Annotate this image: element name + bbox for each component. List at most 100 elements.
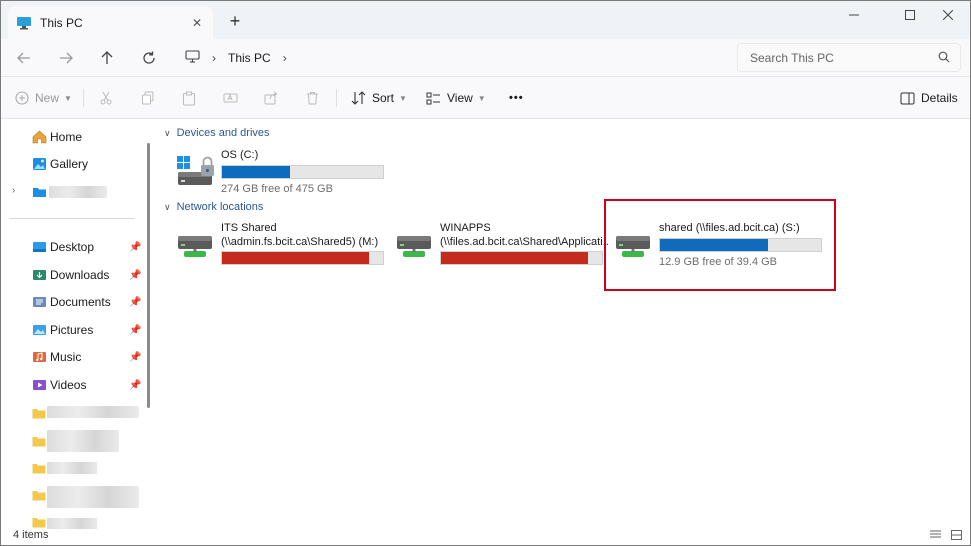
capacity-fill [222,252,369,264]
redacted-label [47,406,139,418]
command-bar: New ▼ Sort ▼ View ▼ ••• Details [1,77,970,119]
sidebar-item-videos[interactable]: Videos [31,374,86,396]
new-tab-button[interactable]: + [223,11,247,31]
network-drive-winapps[interactable]: WINAPPS (\\files.ad.bcit.ca\Shared\Appli… [395,222,608,272]
refresh-icon [143,51,155,64]
section-title: Devices and drives [176,127,270,139]
folder-icon [31,460,47,476]
folder-icon [31,405,47,421]
monitor-icon [185,49,200,66]
minimize-button[interactable] [831,1,877,29]
close-window-button[interactable] [925,1,970,29]
trash-icon [307,92,318,105]
chevron-right-icon[interactable]: › [12,185,15,196]
sidebar-item-onedrive[interactable] [31,181,50,203]
sidebar-item-label: Gallery [50,157,89,171]
network-drive-its-shared[interactable]: ITS Shared (\\admin.fs.bcit.ca\Shared5) … [176,222,386,272]
tab-title: This PC [40,15,83,30]
drive-path: (\\files.ad.bcit.ca\Shared\Applicati... [440,236,608,248]
copy-icon [142,91,154,105]
folder-icon [31,487,47,503]
delete-button[interactable] [306,86,325,110]
sidebar-item-pictures[interactable]: Pictures [31,319,93,341]
sidebar-item-documents[interactable]: Documents [31,291,111,313]
chevron-down-icon: ∨ [164,127,171,138]
share-button[interactable] [264,86,284,110]
rename-icon [223,93,238,103]
details-label: Details [921,91,958,105]
search-placeholder: Search This PC [750,50,834,65]
redacted-label [47,430,119,452]
forward-button[interactable] [53,45,79,71]
chevron-right-icon[interactable]: › [212,51,216,65]
gallery-icon [31,156,47,172]
documents-icon [31,294,47,310]
chevron-down-icon: ▼ [477,93,486,103]
new-button[interactable]: New ▼ [15,86,72,110]
close-tab-icon[interactable]: ✕ [187,13,207,33]
arrow-left-icon [17,52,30,64]
sidebar-scrollbar[interactable] [147,143,150,408]
sidebar-item-downloads[interactable]: Downloads [31,264,109,286]
file-explorer-window: This PC ✕ + › This PC › Search This PC N… [0,0,971,546]
more-options-button[interactable]: ••• [509,86,524,110]
paste-button[interactable] [182,86,202,110]
view-list-icon [426,92,440,104]
sort-button[interactable]: Sort ▼ [351,86,407,110]
tiles-view-icon[interactable] [951,530,962,543]
chevron-right-icon[interactable]: › [283,51,287,65]
drive-name: WINAPPS [440,222,491,234]
free-space-text: 274 GB free of 475 GB [221,183,333,195]
pin-icon[interactable]: 📌 [129,352,141,363]
pin-icon[interactable]: 📌 [129,242,141,253]
details-pane-icon [900,92,915,104]
breadcrumb-this-pc[interactable]: This PC [228,51,271,65]
cloud-folder-icon [31,184,47,200]
status-bar: 4 items [1,529,970,545]
folder-icon [31,433,47,449]
navigation-bar: › This PC › Search This PC [1,39,970,77]
section-title: Network locations [176,201,264,213]
refresh-button[interactable] [136,45,162,71]
view-button[interactable]: View ▼ [426,86,486,110]
drive-os-c[interactable]: OS (C:) 274 GB free of 475 GB [176,149,386,199]
sidebar-item-label: Pictures [50,323,94,337]
folder-icon [31,514,47,530]
pin-icon[interactable]: 📌 [129,325,141,336]
sidebar-item-music[interactable]: Music [31,346,81,368]
sidebar-divider [10,218,134,219]
monitor-icon [16,15,32,31]
details-button[interactable]: Details [900,86,958,110]
navigation-pane: Home Gallery › Desktop 📌 Downloads 📌 Doc… [1,119,156,530]
section-header-network[interactable]: ∨ Network locations [164,199,263,215]
cut-button[interactable] [99,86,119,110]
drive-path: (\\admin.fs.bcit.ca\Shared5) (M:) [221,236,379,248]
pin-icon[interactable]: 📌 [129,380,141,391]
up-button[interactable] [94,45,120,71]
divider [83,89,84,107]
pin-icon[interactable]: 📌 [129,297,141,308]
plus-circle-icon [15,91,29,105]
pin-icon[interactable]: 📌 [129,270,141,281]
clipboard-icon [183,91,195,105]
sidebar-item-label: Home [50,130,83,144]
search-icon [938,51,950,66]
sidebar-item-label: Videos [50,378,87,392]
copy-button[interactable] [141,86,161,110]
sidebar-item-gallery[interactable]: Gallery [31,153,88,175]
capacity-bar [221,165,384,179]
details-view-icon[interactable] [930,530,941,543]
section-header-devices[interactable]: ∨ Devices and drives [164,125,270,141]
chevron-down-icon: ∨ [164,201,171,212]
rename-button[interactable] [223,86,244,110]
tab-this-pc[interactable]: This PC ✕ [8,6,213,39]
redacted-label [47,462,97,474]
sidebar-item-home[interactable]: Home [31,126,82,148]
sidebar-item-desktop[interactable]: Desktop [31,236,94,258]
sidebar-item-label: Music [50,350,82,364]
address-bar[interactable]: › This PC › [175,43,727,72]
search-box[interactable]: Search This PC [737,43,961,72]
back-button[interactable] [11,45,37,71]
downloads-icon [31,267,47,283]
highlight-box [604,199,836,291]
